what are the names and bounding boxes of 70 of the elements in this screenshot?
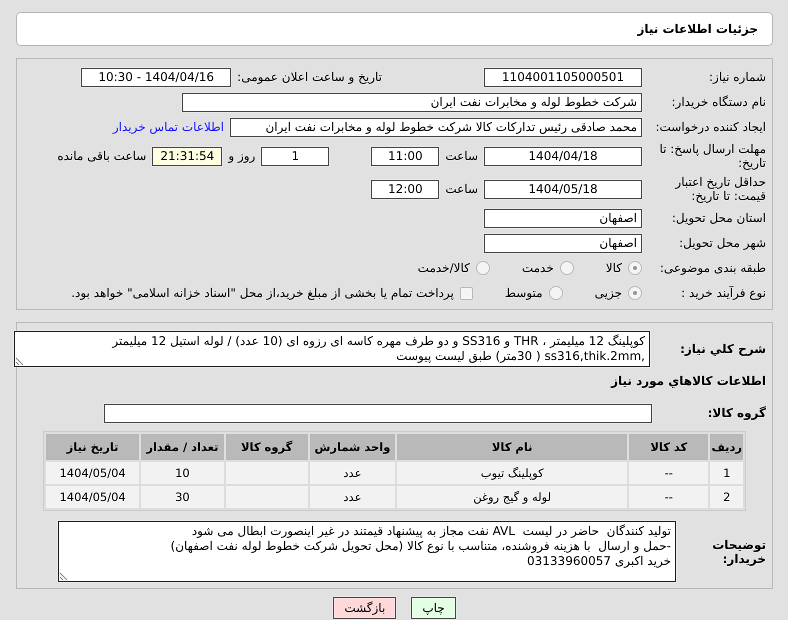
input-field[interactable]: 1404/05/18 — [484, 180, 642, 198]
input-field[interactable]: 1104001105000501 — [484, 68, 642, 86]
radio-button[interactable] — [560, 261, 574, 275]
field-label: شرح کلي نياز: — [679, 342, 766, 356]
table-cell: -- — [629, 486, 708, 508]
column-header: نام کالا — [397, 434, 628, 460]
table-cell: 1 — [710, 462, 743, 484]
field-label: استان محل تحویل: — [670, 211, 766, 225]
print-button[interactable]: چاپ — [411, 597, 456, 619]
table-cell: -- — [629, 462, 708, 484]
input-field[interactable] — [104, 404, 652, 422]
table-cell: 1404/05/04 — [46, 462, 140, 484]
page-title: جزئیات اطلاعات نیاز — [16, 12, 773, 46]
input-field[interactable]: 1404/04/16 - 10:30 — [81, 68, 232, 86]
field-label: شماره نیاز: — [708, 70, 766, 84]
resize-grip-icon[interactable] — [60, 572, 68, 580]
column-header: ردیف — [710, 434, 743, 460]
column-header: گروه کالا — [226, 434, 308, 460]
field-label: طبقه بندی موضوعی: — [658, 261, 766, 275]
checkbox-label: پرداخت تمام یا بخشی از مبلغ خرید،از محل "اسناد خزانه اسلامی" خواهد بود. — [71, 286, 454, 300]
radio-label: کالا/خدمت — [418, 261, 470, 275]
back-button[interactable]: بازگشت — [333, 597, 396, 619]
field-label: ساعت — [445, 149, 478, 163]
table-cell: عدد — [310, 486, 396, 508]
description-field[interactable]: کوپلینگ 12 میلیمتر ، THR و SS316 و دو طرف مهره کاسه ای رزوه ای (10 عدد) / لوله استیل 12 میلیمتر ,ss316,thik.2mm ( 30متر) طبق لیست پیوست — [14, 331, 650, 367]
table-cell: عدد — [310, 462, 396, 484]
contact-link[interactable]: اطلاعات تماس خریدار — [112, 120, 224, 134]
field-label: مهلت ارسال پاسخ: تا تاریخ: — [658, 142, 766, 170]
input-field[interactable]: 1404/04/18 — [484, 146, 642, 166]
field-label: حداقل تاریخ اعتبار قیمت: تا تاریخ: — [674, 175, 766, 203]
field-label: شهر محل تحویل: — [678, 236, 766, 250]
radio-label: کالا — [606, 261, 622, 275]
radio-label: خدمت — [522, 261, 554, 275]
table-cell: لوله و گیج روغن — [397, 486, 628, 508]
radio-label: جزیی — [594, 286, 622, 300]
checkbox[interactable] — [460, 286, 473, 300]
field-label: گروه کالا: — [706, 406, 766, 420]
section-title: اطلاعات کالاهاي مورد نياز — [610, 374, 766, 388]
radio-label: متوسط — [504, 286, 543, 300]
countdown-field: 21:31:54 — [152, 146, 222, 166]
input-field[interactable]: 11:00 — [371, 146, 440, 166]
input-field[interactable]: اصفهان — [484, 208, 642, 228]
column-header: تعداد / مقدار — [141, 434, 224, 460]
table-cell: کوپلینگ تیوب — [397, 462, 628, 484]
field-label: ساعت — [445, 182, 478, 196]
input-field[interactable]: 12:00 — [371, 180, 440, 198]
column-header: کد کالا — [629, 434, 708, 460]
table-cell: 1404/05/04 — [46, 486, 140, 508]
radio-button[interactable] — [628, 261, 642, 275]
field-label: تاریخ و ساعت اعلان عمومی: — [237, 70, 382, 84]
resize-grip-icon[interactable] — [16, 357, 24, 365]
field-label: ایجاد کننده درخواست: — [654, 120, 766, 134]
table-cell: 2 — [710, 486, 743, 508]
notes-field[interactable]: تولید کنندگان حاضر در لیست AVL نفت مجاز به پیشنهاد قیمتند در غیر اینصورت ابطال می شود -حمل و ارسال با هزینه فروشنده، متناسب با نوع کالا (محل تحویل شرکت خطوط لوله نفت اصفهان) خرید اکبری 03133960057 — [58, 521, 676, 582]
radio-button[interactable] — [628, 286, 642, 300]
radio-button[interactable] — [548, 286, 563, 300]
field-label: ساعت باقی مانده — [57, 149, 146, 163]
table-cell: 30 — [141, 486, 224, 508]
input-field[interactable]: محمد صادقی رئیس تدارکات کالا شرکت خطوط لوله و مخابرات نفت ایران — [230, 118, 642, 136]
field-label: روز و — [228, 149, 256, 163]
column-header: تاریخ نیاز — [46, 434, 140, 460]
field-label: نام دستگاه خریدار: — [670, 95, 766, 109]
input-field[interactable]: اصفهان — [484, 234, 642, 252]
table-cell: 10 — [141, 462, 224, 484]
field-label: نوع فرآیند خرید : — [680, 286, 766, 300]
radio-button[interactable] — [476, 261, 490, 275]
input-field[interactable]: شرکت خطوط لوله و مخابرات نفت ایران — [182, 92, 642, 112]
column-header: واحد شمارش — [310, 434, 396, 460]
field-label: توضیحات خریدار: — [711, 538, 766, 566]
input-field[interactable]: 1 — [261, 146, 330, 166]
